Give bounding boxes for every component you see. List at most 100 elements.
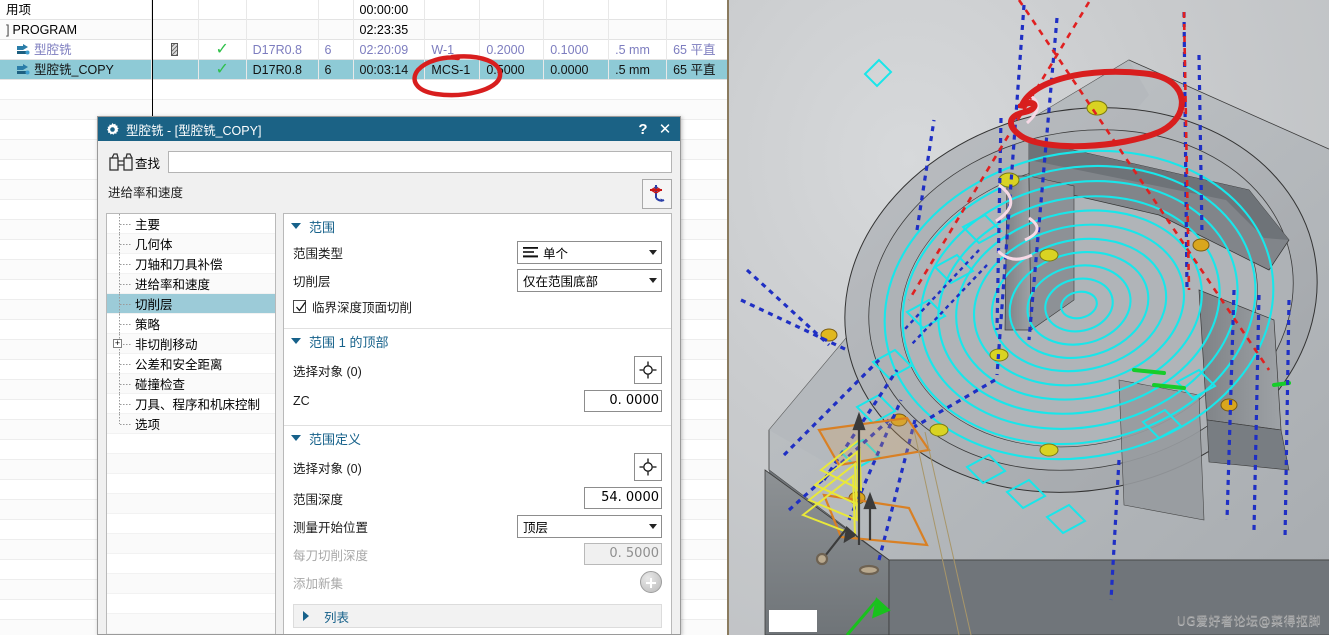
combo-value: 仅在范围底部 <box>523 274 599 289</box>
dialog-title: 型腔铣 - [型腔铣_COPY] <box>126 123 262 138</box>
tree-connector <box>109 353 135 374</box>
dialog-nav-tree[interactable]: 主要 几何体 刀轴和刀具补偿 进给率和速度 切削层 策略 + 非切削移动 公差和… <box>106 213 276 634</box>
field-select-object-def: 选择对象 (0) <box>293 450 662 484</box>
axis-move-icon <box>650 185 665 202</box>
row-check-cell: ✓ <box>199 59 247 80</box>
measure-start-combo[interactable]: 顶层 <box>517 514 662 538</box>
tree-item-non-cutting-moves[interactable]: + 非切削移动 <box>107 333 275 354</box>
row-geometry-cell <box>425 19 481 40</box>
row-tool-cell: D17R0.8 <box>247 39 319 60</box>
field-depth-per-cut: 每刀切削深度 0. 5000 <box>293 540 662 568</box>
program-group-icon: ] <box>6 22 10 37</box>
tree-item-main[interactable]: 主要 <box>107 214 275 234</box>
table-row-selected[interactable]: 型腔铣_COPY ✓ D17R0.8 6 00:03:14 MCS-1 0.50… <box>0 59 727 80</box>
tree-item-options[interactable]: 选项 <box>107 413 275 434</box>
chevron-down-icon[interactable] <box>291 223 301 229</box>
column-resize-divider[interactable] <box>152 0 153 120</box>
forum-watermark: UG爱好者论坛@菜得抠脚 <box>1176 614 1321 628</box>
chevron-down-icon[interactable] <box>291 435 301 441</box>
tree-connector <box>109 413 135 434</box>
crosshair-target-icon <box>639 458 657 476</box>
group-header-range-definition[interactable]: 范围定义 <box>284 426 671 450</box>
row-mark-cell <box>152 59 199 80</box>
cavity-mill-dialog[interactable]: 型腔铣 - [型腔铣_COPY] ? ✕ 查找 进给率和速度 主要 几何体 刀轴… <box>97 116 681 635</box>
close-button[interactable]: ✕ <box>654 118 676 140</box>
row-label: PROGRAM <box>12 22 78 37</box>
table-row[interactable]: 用项 00:00:00 <box>0 0 727 20</box>
graphics-viewport[interactable]: UG爱好者论坛@菜得抠脚 <box>727 0 1329 635</box>
group-header-range[interactable]: 范围 <box>284 214 671 238</box>
field-label: 选择对象 (0) <box>293 364 362 379</box>
dialog-subtitle: 进给率和速度 <box>108 186 184 200</box>
tree-item-collision-check[interactable]: 碰撞检查 <box>107 373 275 394</box>
expand-plus-icon[interactable]: + <box>113 338 122 348</box>
row-mark-cell <box>152 0 199 20</box>
row-num-cell: 6 <box>319 39 354 60</box>
gear-icon <box>106 122 119 136</box>
list-collapsible-bar[interactable]: 列表 <box>293 604 662 628</box>
field-label: 测量开始位置 <box>293 520 369 535</box>
check-icon: ✓ <box>215 40 229 58</box>
chevron-down-icon[interactable] <box>649 523 657 529</box>
table-row[interactable]: ] PROGRAM 02:23:35 <box>0 19 727 40</box>
field-label: 切削层 <box>293 274 331 289</box>
field-range-type: 范围类型 单个 <box>293 238 662 266</box>
help-button[interactable]: ? <box>632 118 654 140</box>
zc-input[interactable]: 0. 0000 <box>584 390 662 412</box>
subtitle-row: 进给率和速度 <box>108 179 672 213</box>
chevron-down-icon[interactable] <box>649 249 657 255</box>
tape-icon <box>171 43 179 56</box>
dialog-title-bar[interactable]: 型腔铣 - [型腔铣_COPY] ? ✕ <box>98 117 680 141</box>
tree-item-label: 刀轴和刀具补偿 <box>135 258 223 272</box>
check-icon: ✓ <box>215 60 229 78</box>
tree-item-label: 主要 <box>135 218 161 232</box>
tree-item-geometry[interactable]: 几何体 <box>107 233 275 254</box>
tree-connector <box>109 233 135 254</box>
field-measure-start: 测量开始位置 顶层 <box>293 512 662 540</box>
range-type-combo[interactable]: 单个 <box>517 240 662 264</box>
tree-item-tolerance[interactable]: 公差和安全距离 <box>107 353 275 374</box>
chevron-down-icon[interactable] <box>649 277 657 283</box>
dialog-parameters-pane[interactable]: 范围 范围类型 单个 切削层 仅在范围底部 临界深度顶面切削 范围 1 的顶部 … <box>283 213 672 634</box>
milling-op-icon <box>16 63 30 76</box>
checkbox-icon[interactable] <box>293 299 307 313</box>
field-range-depth: 范围深度 54. 0000 <box>293 484 662 512</box>
row-unit-cell: .5 mm <box>609 59 668 80</box>
plus-circle-icon <box>640 571 662 593</box>
row-geometry-cell: W-1 <box>425 39 481 60</box>
field-critical-depth-checkbox[interactable]: 临界深度顶面切削 <box>293 294 662 318</box>
range-depth-input[interactable]: 54. 0000 <box>584 487 662 509</box>
tree-item-label: 公差和安全距离 <box>135 358 223 372</box>
combo-value: 顶层 <box>523 520 549 535</box>
field-label: 范围类型 <box>293 246 344 261</box>
tree-item-cut-levels[interactable]: 切削层 <box>107 293 275 314</box>
row-value2-cell <box>544 0 610 20</box>
cut-level-combo[interactable]: 仅在范围底部 <box>517 268 662 292</box>
binoculars-icon <box>108 152 134 172</box>
find-input[interactable] <box>168 151 672 173</box>
select-object-button-top[interactable] <box>634 356 662 384</box>
chevron-down-icon[interactable] <box>291 338 301 344</box>
group-header-range1-top[interactable]: 范围 1 的顶部 <box>284 329 671 353</box>
group-body-range-definition: 选择对象 (0) 范围深度 54. 0000 测量开始位置 顶层 每刀切削深度 … <box>284 450 671 602</box>
feeds-speeds-tool-button[interactable] <box>642 179 672 209</box>
checkbox-label: 临界深度顶面切削 <box>312 300 413 315</box>
combo-value: 单个 <box>543 246 569 261</box>
tree-item-machine-control[interactable]: 刀具、程序和机床控制 <box>107 393 275 414</box>
tree-item-label: 进给率和速度 <box>135 278 211 292</box>
table-row[interactable]: 型腔铣 ✓ D17R0.8 6 02:20:09 W-1 0.2000 0.10… <box>0 39 727 60</box>
row-tool-cell <box>247 19 319 40</box>
select-object-button-def[interactable] <box>634 453 662 481</box>
row-num-cell <box>319 19 354 40</box>
row-tool-cell: D17R0.8 <box>247 59 319 80</box>
row-check-cell: ✓ <box>199 39 247 60</box>
row-unit-cell: .5 mm <box>609 39 668 60</box>
row-label: 型腔铣_COPY <box>34 62 114 77</box>
tree-item-tool-axis[interactable]: 刀轴和刀具补偿 <box>107 253 275 274</box>
tree-item-label: 选项 <box>135 418 161 432</box>
tree-item-strategy[interactable]: 策略 <box>107 313 275 334</box>
row-value1-cell <box>480 0 545 20</box>
row-mark-cell <box>152 19 199 40</box>
chevron-right-icon[interactable] <box>303 611 309 621</box>
tree-item-feeds-speeds[interactable]: 进给率和速度 <box>107 273 275 294</box>
